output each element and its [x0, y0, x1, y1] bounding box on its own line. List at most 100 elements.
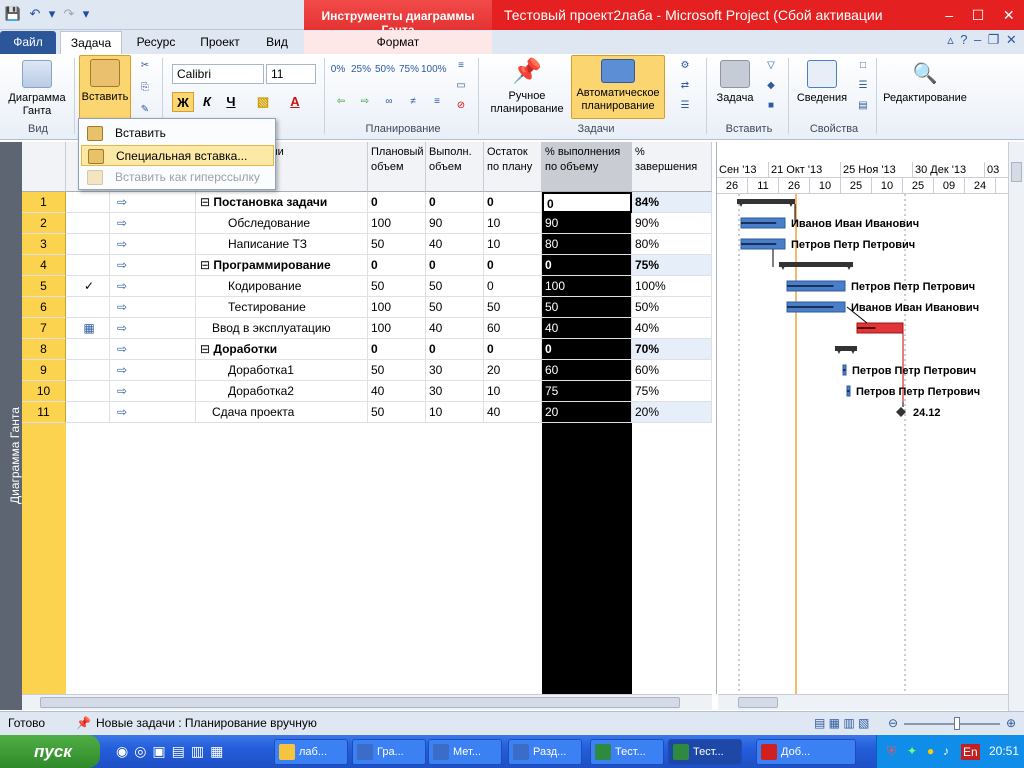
cell-pv[interactable]: 60: [542, 360, 632, 381]
cell-done[interactable]: 40: [426, 234, 484, 255]
task-name-cell[interactable]: ⊟ Доработки: [196, 339, 368, 360]
cell-pv[interactable]: 75: [542, 381, 632, 402]
collapse-icon[interactable]: ⊟: [200, 195, 213, 209]
deliverable-icon[interactable]: ■: [760, 98, 782, 114]
pct-100-button[interactable]: 100%: [421, 62, 447, 78]
cell-planned[interactable]: 100: [368, 213, 426, 234]
paste-button[interactable]: Вставить: [79, 55, 131, 119]
cell-pc[interactable]: 90%: [632, 213, 712, 234]
taskbar-item[interactable]: Гра...: [352, 739, 426, 765]
cell-done[interactable]: 30: [426, 360, 484, 381]
maximize-icon[interactable]: ☐: [972, 7, 985, 24]
row-indicator[interactable]: ▦: [66, 318, 110, 339]
timeline-icon[interactable]: ▤: [852, 98, 874, 114]
milestone-icon[interactable]: ◆: [760, 78, 782, 94]
zoom-slider[interactable]: [904, 723, 1000, 725]
row-id[interactable]: 5: [22, 276, 66, 297]
header-planned[interactable]: Плановый объем: [368, 142, 426, 192]
cell-remaining[interactable]: 10: [484, 234, 542, 255]
header-remaining[interactable]: Остаток по плану: [484, 142, 542, 192]
move-icon[interactable]: ⇄: [674, 78, 696, 94]
customize-qa-icon[interactable]: ▾: [82, 5, 90, 23]
row-indicator[interactable]: [66, 297, 110, 318]
cell-remaining[interactable]: 0: [484, 276, 542, 297]
header-pct-complete[interactable]: % завершения: [632, 142, 712, 192]
row-id[interactable]: 9: [22, 360, 66, 381]
insert-task-button[interactable]: Задача: [712, 60, 758, 105]
help-icon[interactable]: ?: [960, 32, 967, 52]
gantt-chart-button[interactable]: Диаграмма Ганта: [2, 60, 72, 118]
grid-hscroll[interactable]: [22, 694, 712, 710]
details-icon[interactable]: ☰: [852, 78, 874, 94]
close-icon[interactable]: ✕: [1003, 7, 1015, 24]
cell-planned[interactable]: 0: [368, 192, 426, 213]
summary-icon[interactable]: ▽: [760, 58, 782, 74]
menu-item-paste[interactable]: Вставить: [81, 123, 274, 144]
taskbar-item[interactable]: лаб...: [274, 739, 348, 765]
cell-pc[interactable]: 75%: [632, 255, 712, 276]
gantt-hscroll-thumb[interactable]: [738, 697, 778, 708]
cell-remaining[interactable]: 10: [484, 213, 542, 234]
row-id[interactable]: 4: [22, 255, 66, 276]
unlink-icon[interactable]: ≠: [402, 94, 424, 110]
cell-done[interactable]: 0: [426, 192, 484, 213]
row-id[interactable]: 6: [22, 297, 66, 318]
row-id[interactable]: 7: [22, 318, 66, 339]
font-color-icon[interactable]: A: [284, 92, 306, 112]
cell-pc[interactable]: 50%: [632, 297, 712, 318]
save-icon[interactable]: 💾: [4, 5, 22, 23]
row-indicator[interactable]: [66, 402, 110, 423]
task-mode-cell[interactable]: ⇨: [110, 255, 196, 276]
split-icon[interactable]: ≡: [426, 94, 448, 110]
cell-planned[interactable]: 40: [368, 381, 426, 402]
cell-pv[interactable]: 20: [542, 402, 632, 423]
tab-view[interactable]: Вид: [254, 31, 300, 55]
header-done[interactable]: Выполн. объем: [426, 142, 484, 192]
tab-task[interactable]: Задача: [60, 31, 122, 55]
link-icon[interactable]: ∞: [378, 94, 400, 110]
row-indicator[interactable]: [66, 234, 110, 255]
font-name-combo[interactable]: Calibri: [172, 64, 264, 84]
cell-pc[interactable]: 84%: [632, 192, 712, 213]
security-icon[interactable]: ⛨: [887, 735, 896, 768]
zoom-out-icon[interactable]: ⊖: [888, 712, 898, 735]
tab-format[interactable]: Формат: [304, 31, 492, 55]
italic-button[interactable]: К: [196, 92, 218, 112]
row-id[interactable]: 2: [22, 213, 66, 234]
row-id[interactable]: 8: [22, 339, 66, 360]
row-id[interactable]: 11: [22, 402, 66, 423]
pct-50-button[interactable]: 50%: [374, 62, 396, 78]
tab-project[interactable]: Проект: [190, 31, 250, 55]
cell-pv[interactable]: 50: [542, 297, 632, 318]
notes-icon[interactable]: □: [852, 58, 874, 74]
cell-pv[interactable]: 100: [542, 276, 632, 297]
cell-planned[interactable]: 50: [368, 360, 426, 381]
respect-links-icon[interactable]: ▭: [450, 78, 472, 94]
tab-file[interactable]: Файл: [0, 31, 56, 55]
menu-item-paste-special[interactable]: Специальная вставка...: [81, 145, 274, 166]
minimize-icon[interactable]: –: [945, 7, 953, 23]
doc-close-icon[interactable]: ✕: [1006, 32, 1017, 52]
cell-remaining[interactable]: 60: [484, 318, 542, 339]
collapse-icon[interactable]: ⊟: [200, 258, 213, 272]
cell-pv[interactable]: 90: [542, 213, 632, 234]
pct-75-button[interactable]: 75%: [398, 62, 420, 78]
task-mode-cell[interactable]: ⇨: [110, 297, 196, 318]
information-button[interactable]: Сведения: [794, 60, 850, 105]
start-button[interactable]: пуск: [0, 735, 100, 768]
cell-planned[interactable]: 50: [368, 234, 426, 255]
view-bar[interactable]: Диаграмма Ганта: [0, 142, 22, 710]
cell-pc[interactable]: 70%: [632, 339, 712, 360]
cell-remaining[interactable]: 0: [484, 255, 542, 276]
cell-pc[interactable]: 20%: [632, 402, 712, 423]
cell-pv[interactable]: 80: [542, 234, 632, 255]
undo-icon[interactable]: ↶: [26, 5, 44, 23]
cell-done[interactable]: 50: [426, 276, 484, 297]
task-name-cell[interactable]: Тестирование: [196, 297, 368, 318]
taskbar-item[interactable]: Доб...: [756, 739, 856, 765]
zoom-in-icon[interactable]: ⊕: [1006, 712, 1016, 735]
cell-planned[interactable]: 50: [368, 402, 426, 423]
cell-pv[interactable]: 0: [542, 339, 632, 360]
cell-remaining[interactable]: 20: [484, 360, 542, 381]
tray-icon[interactable]: ●: [927, 735, 934, 768]
